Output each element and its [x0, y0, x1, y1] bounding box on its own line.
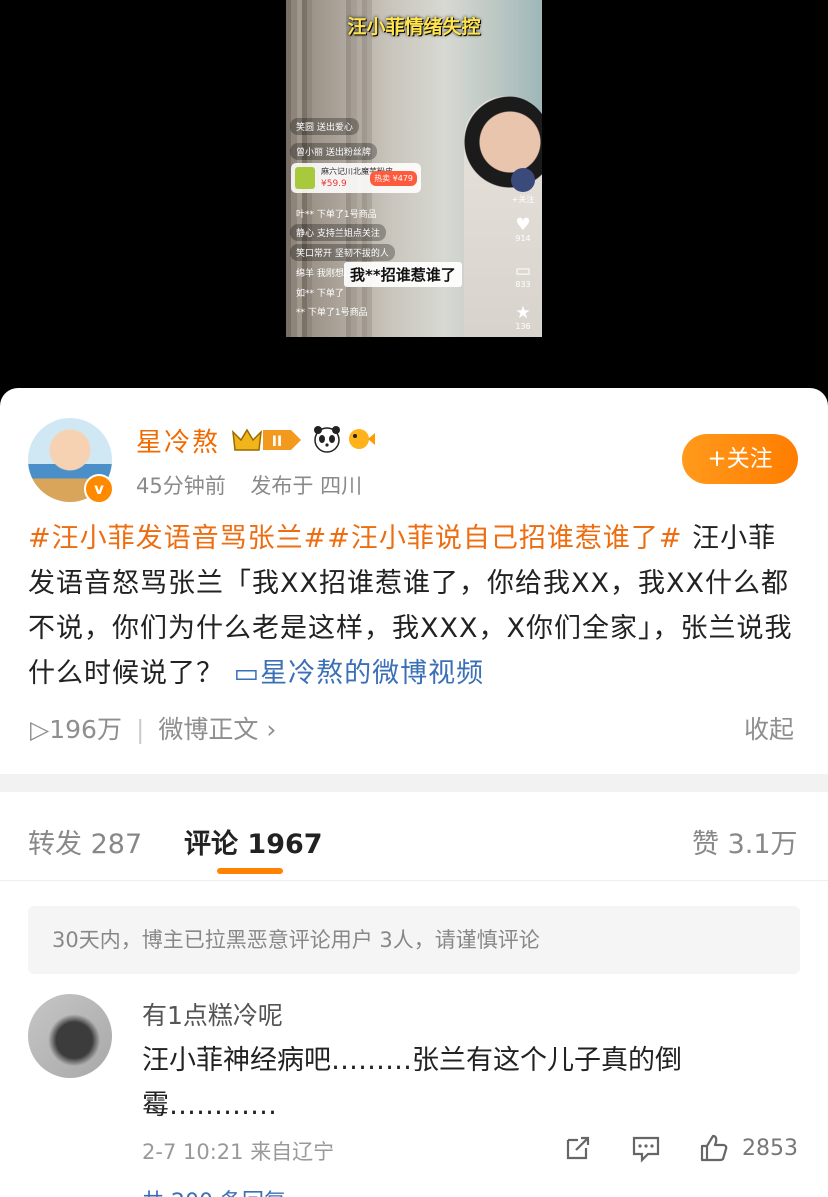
tab-likes-label: 赞 [692, 829, 719, 860]
video-link-icon: ▭ [233, 658, 261, 689]
divider: | [135, 715, 145, 744]
streamer-follow-label: +关注 [511, 195, 535, 204]
post-meta: 45分钟前 发布于 四川 [136, 470, 380, 500]
verified-badge-icon: v [84, 474, 114, 504]
comment-like-count: 2853 [742, 1136, 798, 1161]
panda-icon [314, 426, 340, 453]
video-subtitle: 我**招谁惹谁了 [344, 262, 462, 287]
play-icon: ▷ [30, 715, 50, 744]
video-like-button[interactable]: ♥ 914 [510, 216, 536, 243]
full-text-label: 微博正文 [158, 715, 259, 744]
section-divider [0, 774, 828, 792]
post-location: 发布于 四川 [250, 474, 363, 498]
thumbs-up-icon[interactable] [698, 1132, 730, 1164]
active-tab-indicator [217, 868, 283, 874]
follow-button[interactable]: +关注 [682, 434, 798, 484]
video-like-count: 914 [515, 234, 531, 243]
danmu-message: 叶** 下单了1号商品 [296, 210, 377, 220]
danmu-message: 笑圆 送出爱心 [290, 118, 359, 135]
full-text-link[interactable]: 微博正文 › [158, 715, 276, 744]
interaction-tabs: 转发 287 评论 1967 赞 3.1万 [0, 792, 828, 881]
chevron-right-icon: › [266, 715, 277, 744]
comment-meta: 2-7 10:21 来自辽宁 [142, 1136, 334, 1166]
post-stats: ▷196万 | 微博正文 › [30, 710, 276, 746]
tab-comments[interactable]: 评论 1967 [184, 822, 323, 861]
video-title: 汪小菲情绪失控 [347, 16, 481, 38]
view-count: 196万 [49, 715, 122, 744]
commenter-avatar[interactable] [28, 994, 112, 1078]
tab-repost-label: 转发 [28, 829, 82, 860]
puffer-fish-icon [349, 429, 375, 449]
video-comment-count: 833 [515, 280, 531, 289]
tab-comments-label: 评论 [184, 829, 238, 860]
comment-notice: 30天内，博主已拉黑恶意评论用户 3人，请谨慎评论 [28, 906, 800, 974]
collapse-button[interactable]: 收起 [744, 710, 794, 746]
comment-source: 来自辽宁 [250, 1140, 335, 1164]
level-badge-text: II [272, 434, 282, 450]
post-text: #汪小菲发语音骂张兰##汪小菲说自己招谁惹谁了# 汪小菲发语音怒骂张兰「我XX招… [28, 516, 802, 696]
level-crown-icon: II [232, 428, 301, 451]
streamer-avatar-icon [511, 168, 535, 192]
product-card[interactable]: 麻六记川北魔芋粉皮 ¥59.9 热卖 ¥479 [291, 163, 421, 193]
reply-icon[interactable] [630, 1132, 662, 1164]
video-comment-button[interactable]: ▭ 833 [510, 262, 536, 289]
share-icon[interactable] [562, 1132, 594, 1164]
product-sold: 热卖 ¥479 [370, 171, 417, 186]
danmu-message: ** 下单了1号商品 [296, 308, 368, 318]
video-link[interactable]: ▭星冷熬的微博视频 [234, 658, 485, 689]
hashtag-link[interactable]: #汪小菲发语音骂张兰# [28, 523, 327, 554]
danmu-message: 笑口常开 坚韧不拔的人 [290, 244, 395, 261]
post-time: 45分钟前 [136, 474, 226, 498]
star-icon: ★ [515, 303, 531, 323]
video-link-label: 星冷熬的微博视频 [260, 658, 485, 689]
tab-comments-count: 1967 [247, 829, 323, 860]
heart-icon: ♥ [515, 215, 531, 235]
comment-text: 汪小菲神经病吧………张兰有这个儿子真的倒霉………… [142, 1045, 682, 1121]
danmu-message: 曾小丽 送出粉丝牌 [290, 143, 377, 160]
hashtag-link[interactable]: #汪小菲说自己招谁惹谁了# [327, 523, 682, 554]
author-name[interactable]: 星冷熬 [136, 422, 220, 459]
tab-repost-count: 287 [90, 829, 143, 860]
product-thumbnail [295, 167, 315, 189]
streamer-follow[interactable]: +关注 [510, 168, 536, 205]
danmu-message: 静心 支持兰姐点关注 [290, 224, 386, 241]
post-card: v 星冷熬 II 45分钟前 发布于 四川 +关注 #汪小菲发语音骂张兰##汪小… [0, 388, 828, 1197]
chat-bubble-icon: ▭ [514, 261, 532, 281]
video-share-count: 136 [515, 322, 531, 331]
commenter-name[interactable]: 有1点糕冷呢 [142, 996, 283, 1032]
video-player[interactable]: 汪小菲情绪失控 笑圆 送出爱心 曾小丽 送出粉丝牌 麻六记川北魔芋粉皮 ¥59.… [0, 0, 828, 388]
comment-time: 2-7 10:21 [142, 1140, 244, 1164]
tab-likes-count: 3.1万 [727, 829, 798, 860]
product-price: ¥59.9 [321, 179, 347, 189]
view-replies-link[interactable]: 共 200 条回复 [142, 1184, 286, 1197]
tab-repost[interactable]: 转发 287 [28, 822, 142, 861]
video-share-button[interactable]: ★ 136 [510, 304, 536, 331]
danmu-message: 如** 下单了 [296, 289, 344, 299]
video-frame[interactable]: 汪小菲情绪失控 笑圆 送出爱心 曾小丽 送出粉丝牌 麻六记川北魔芋粉皮 ¥59.… [286, 0, 542, 337]
tab-likes[interactable]: 赞 3.1万 [692, 822, 798, 861]
